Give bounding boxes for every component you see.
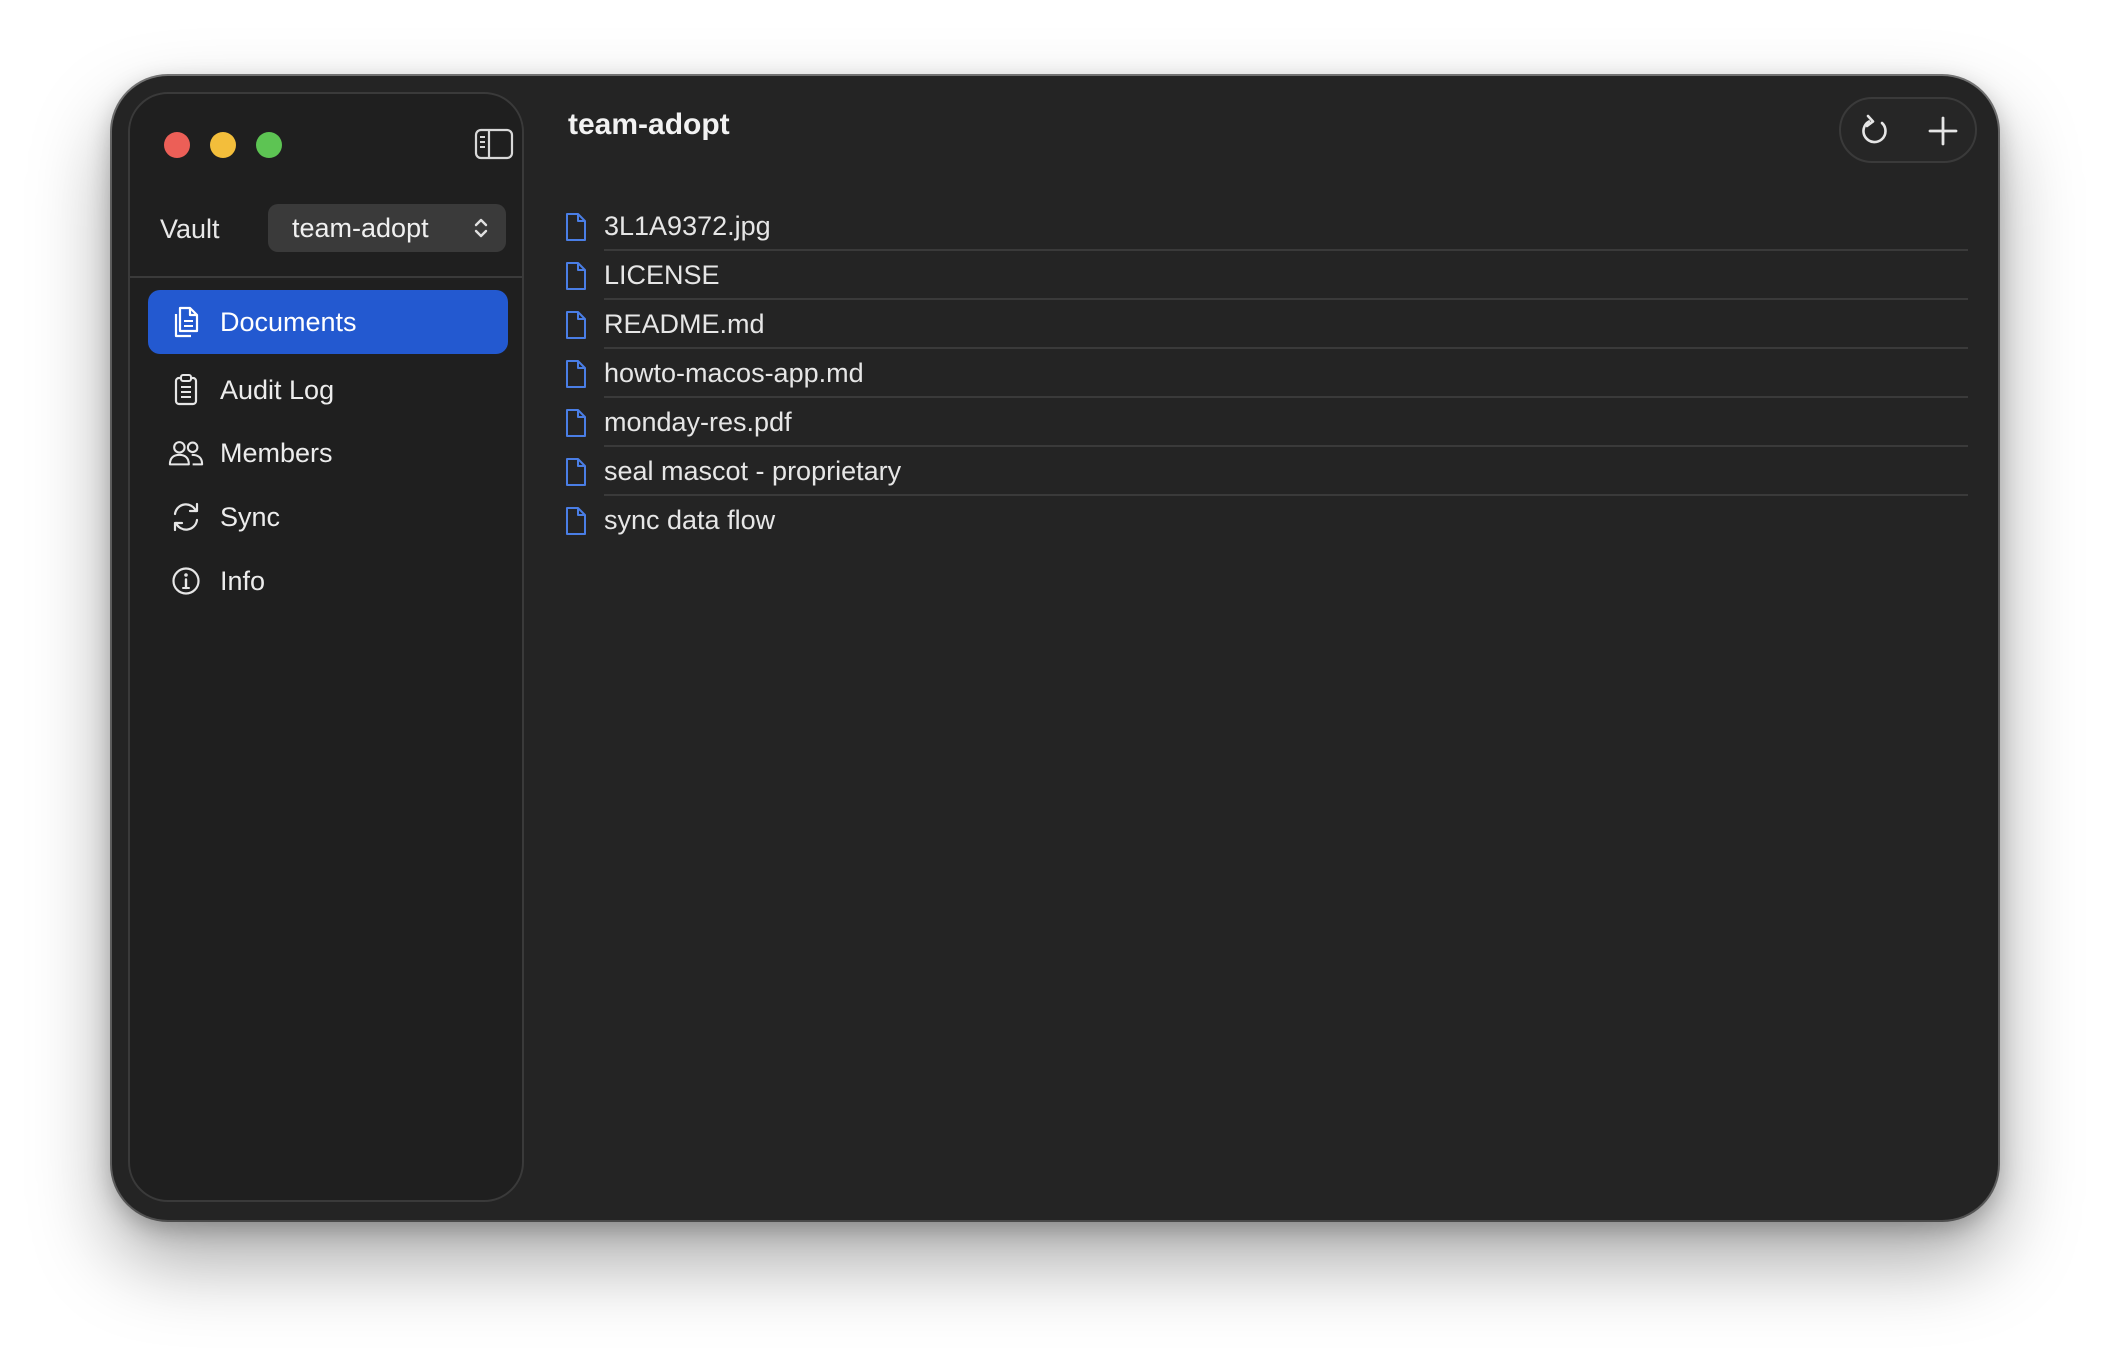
close-window-button[interactable] (164, 132, 190, 158)
file-name: README.md (604, 309, 765, 339)
refresh-icon (1862, 114, 1887, 144)
sidebar-item-label: Audit Log (220, 374, 335, 405)
minimize-window-button[interactable] (210, 132, 236, 158)
sidebar-item-documents[interactable]: Documents (148, 290, 508, 354)
file-row[interactable]: README.md (560, 300, 1968, 349)
sidebar-item-sync[interactable]: Sync (148, 485, 508, 549)
info-icon (168, 563, 204, 599)
maximize-window-button[interactable] (256, 132, 282, 158)
sidebar-item-audit-log[interactable]: Audit Log (148, 358, 508, 422)
file-icon (566, 311, 586, 339)
file-icon (566, 213, 586, 241)
sidebar: Vault team-adopt Documents Audit Log Mem… (128, 92, 524, 1202)
vault-select-value: team-adopt (292, 212, 429, 243)
file-name: seal mascot - proprietary (604, 456, 902, 486)
toolbar-button-group (1839, 97, 1977, 163)
file-list: 3L1A9372.jpg LICENSE README.md howto-mac… (560, 202, 1968, 545)
vault-label: Vault (160, 213, 220, 244)
clipboard-icon (168, 372, 204, 408)
file-icon (566, 458, 586, 486)
chevron-up-down-icon (474, 218, 488, 238)
documents-icon (168, 304, 204, 340)
file-icon (566, 360, 586, 388)
sync-icon (168, 499, 204, 535)
app-window: Vault team-adopt Documents Audit Log Mem… (112, 76, 1998, 1220)
add-document-button[interactable] (1923, 111, 1963, 151)
file-name: monday-res.pdf (604, 407, 792, 437)
sidebar-toggle-icon[interactable] (474, 128, 514, 160)
vault-select[interactable]: team-adopt (268, 204, 506, 252)
file-name: LICENSE (604, 260, 720, 290)
sidebar-item-label: Info (220, 565, 266, 596)
sidebar-divider (130, 276, 522, 278)
file-row[interactable]: 3L1A9372.jpg (560, 202, 1968, 251)
file-icon (566, 262, 586, 290)
plus-icon (1928, 116, 1958, 146)
sidebar-item-label: Members (220, 437, 333, 468)
refresh-button[interactable] (1855, 111, 1895, 151)
file-name: 3L1A9372.jpg (604, 211, 771, 241)
sidebar-item-info[interactable]: Info (148, 549, 508, 613)
page-title: team-adopt (568, 108, 730, 141)
file-icon (566, 409, 586, 437)
sidebar-item-label: Sync (220, 501, 281, 532)
file-name: howto-macos-app.md (604, 358, 864, 388)
file-name: sync data flow (604, 505, 776, 535)
sidebar-item-label: Documents (220, 306, 357, 337)
file-row[interactable]: monday-res.pdf (560, 398, 1968, 447)
file-icon (566, 507, 586, 535)
people-icon (168, 435, 204, 471)
sidebar-item-members[interactable]: Members (148, 421, 508, 485)
vault-picker-row: Vault team-adopt (160, 204, 506, 254)
file-row[interactable]: seal mascot - proprietary (560, 447, 1968, 496)
file-row[interactable]: LICENSE (560, 251, 1968, 300)
file-row[interactable]: howto-macos-app.md (560, 349, 1968, 398)
file-row[interactable]: sync data flow (560, 496, 1968, 545)
